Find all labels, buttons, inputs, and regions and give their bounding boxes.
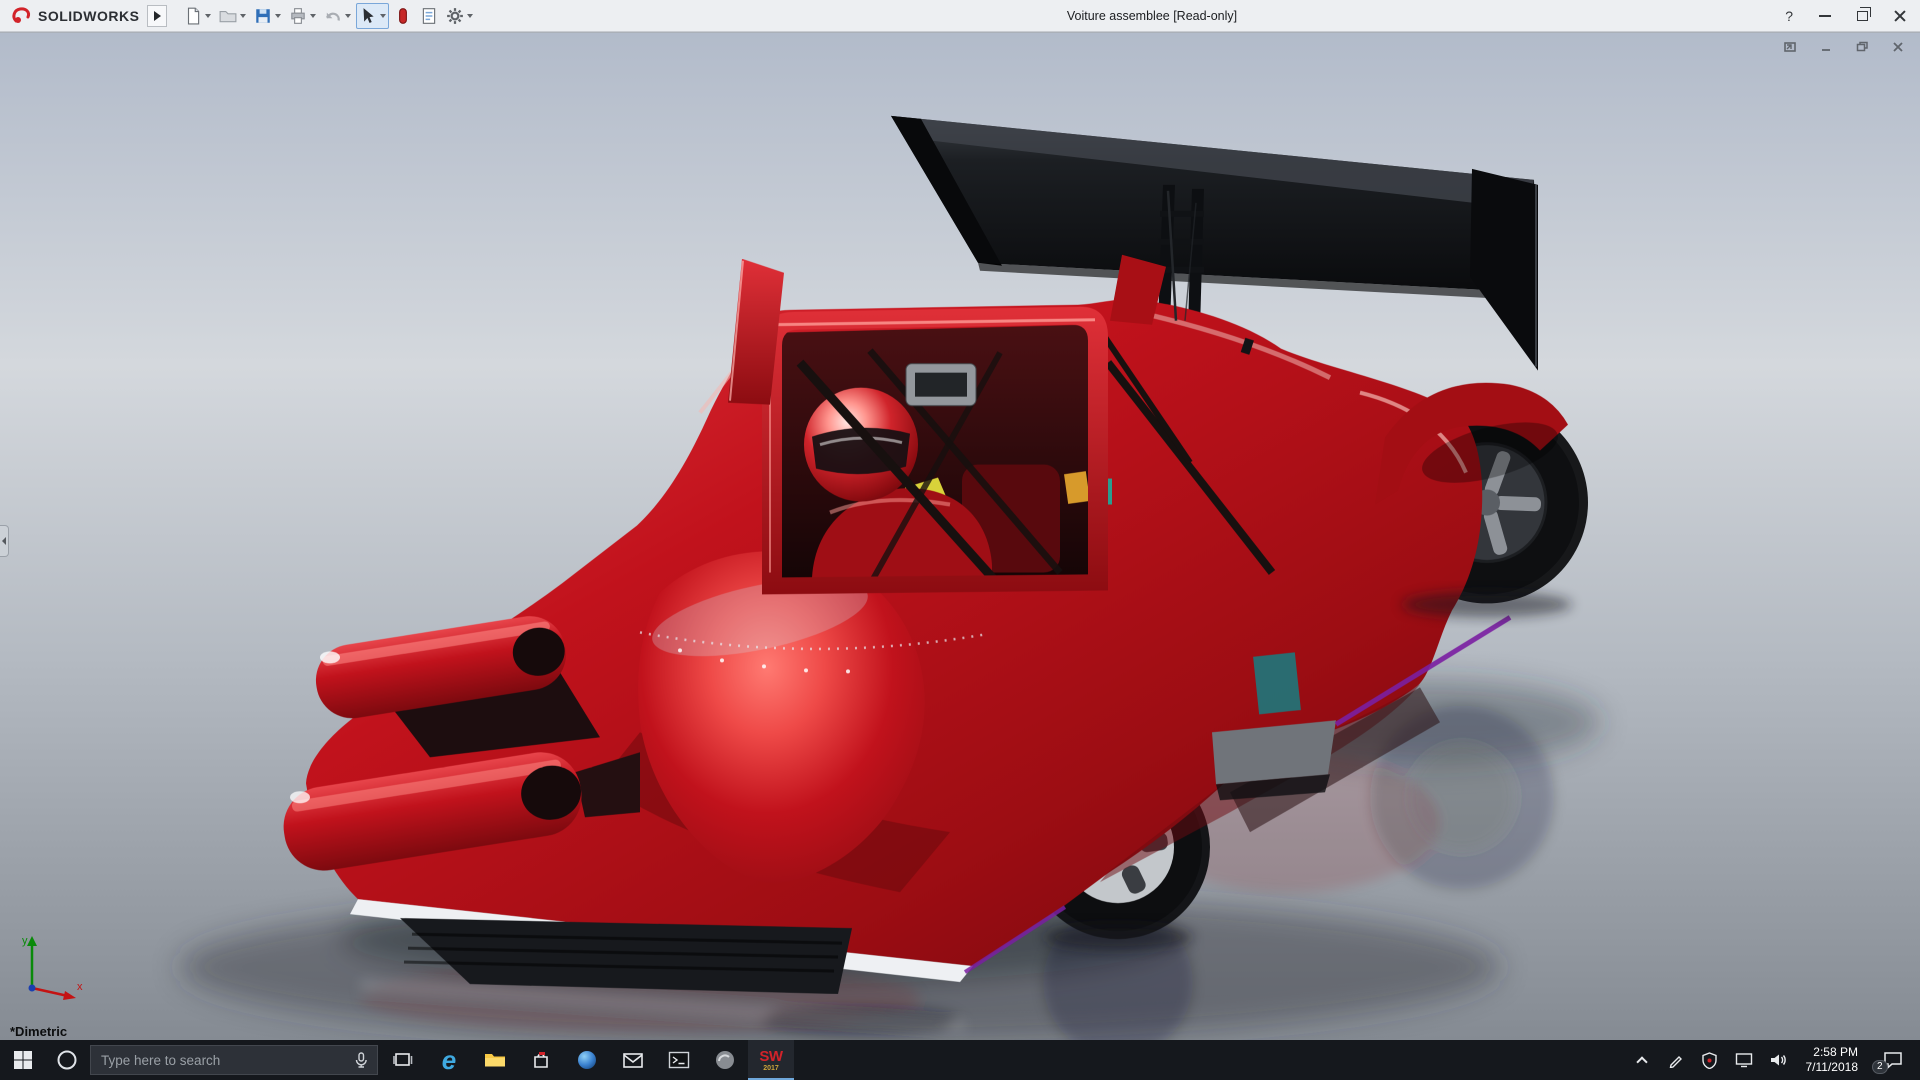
store-button[interactable]	[518, 1040, 564, 1080]
window-controls: ?	[1785, 6, 1920, 23]
panel-expand-arrow-icon	[2, 537, 6, 545]
dropdown-caret-icon	[275, 13, 282, 18]
expand-arrow-icon	[153, 10, 161, 21]
system-tray: 2:58 PM 7/11/2018 2	[1632, 1040, 1920, 1080]
cortana-circle-icon	[57, 1050, 77, 1070]
print-button[interactable]	[286, 3, 319, 29]
windows-logo-icon	[14, 1051, 32, 1069]
dropdown-caret-icon	[345, 13, 352, 18]
triad-x-label: x	[77, 981, 83, 993]
cortana-button[interactable]	[46, 1040, 88, 1080]
task-view-icon	[393, 1053, 413, 1066]
solidworks-window: SOLIDWORKS Voiture assemblee [Read-only]…	[0, 0, 1920, 1080]
tray-chevron-up[interactable]	[1632, 1046, 1652, 1074]
doc-float-button[interactable]	[1780, 39, 1800, 55]
microphone-icon[interactable]	[353, 1051, 369, 1069]
graphics-viewport[interactable]: y x *Dimetric	[0, 32, 1920, 1040]
search-input[interactable]	[99, 1051, 353, 1069]
maximize-button[interactable]	[1857, 6, 1871, 21]
undo-button[interactable]	[321, 3, 354, 29]
dropdown-caret-icon	[467, 13, 474, 18]
dropdown-caret-icon	[240, 13, 247, 18]
file-properties-icon	[423, 7, 436, 24]
open-button[interactable]	[216, 3, 249, 29]
folder-icon	[485, 1054, 505, 1067]
new-document-icon	[188, 7, 200, 24]
doc-minimize-button[interactable]	[1816, 39, 1836, 55]
minimize-button[interactable]	[1819, 14, 1831, 17]
clock-time: 2:58 PM	[1813, 1045, 1858, 1059]
taskbar-search[interactable]	[90, 1045, 378, 1075]
select-tool-button[interactable]	[356, 2, 390, 29]
options-button[interactable]	[443, 3, 476, 29]
feature-panel-collapsed-tab[interactable]	[0, 525, 9, 557]
tray-pen[interactable]	[1666, 1046, 1686, 1074]
mail-button[interactable]	[610, 1040, 656, 1080]
file-properties-button[interactable]	[417, 3, 441, 29]
windows-taskbar: e	[0, 1040, 1920, 1080]
mirror-box	[905, 363, 977, 407]
task-view-button[interactable]	[380, 1040, 426, 1080]
store-bag-icon	[534, 1052, 548, 1068]
menu-expand-button[interactable]	[147, 4, 168, 27]
start-button[interactable]	[0, 1040, 46, 1080]
file-explorer-button[interactable]	[472, 1040, 518, 1080]
quick-toolbar	[181, 2, 476, 29]
new-document-button[interactable]	[181, 3, 214, 29]
tray-defender[interactable]	[1700, 1046, 1720, 1074]
open-folder-icon	[220, 10, 237, 22]
title-bar: SOLIDWORKS Voiture assemblee [Read-only]…	[0, 0, 1920, 32]
display-icon	[1735, 1053, 1752, 1068]
blue-sphere-icon	[578, 1051, 596, 1069]
doc-close-button[interactable]	[1888, 39, 1908, 55]
dropdown-caret-icon	[205, 13, 212, 18]
shield-icon	[1702, 1051, 1717, 1069]
triad-y-label: y	[22, 935, 28, 947]
doc-restore-button[interactable]	[1852, 39, 1872, 55]
rebuild-icon	[399, 7, 408, 24]
help-button[interactable]: ?	[1785, 9, 1793, 23]
mail-envelope-icon	[623, 1052, 643, 1068]
solidworks-taskbar-button[interactable]: SW 2017	[748, 1040, 794, 1080]
dropdown-caret-icon	[380, 13, 387, 18]
dassault-logo-icon	[12, 6, 30, 23]
clock-date: 7/11/2018	[1805, 1060, 1859, 1074]
document-window-controls	[1780, 39, 1908, 55]
edge-button[interactable]: e	[426, 1040, 472, 1080]
gray-circle-app-button[interactable]	[702, 1040, 748, 1080]
pen-icon	[1669, 1056, 1682, 1068]
logo-text: SOLIDWORKS	[38, 7, 140, 24]
gray-circle-app-icon	[716, 1051, 734, 1069]
terminal-icon	[668, 1051, 690, 1069]
volume-icon	[1770, 1054, 1786, 1066]
chevron-up-icon	[1635, 1055, 1648, 1068]
tray-display[interactable]	[1734, 1046, 1754, 1074]
taskbar-clock[interactable]: 2:58 PM 7/11/2018	[1802, 1045, 1863, 1075]
edge-icon: e	[441, 1045, 457, 1075]
view-orientation-label: *Dimetric	[10, 1024, 68, 1039]
notification-badge: 2	[1872, 1060, 1888, 1074]
solidworks-logo: SOLIDWORKS	[0, 5, 147, 27]
terminal-button[interactable]	[656, 1040, 702, 1080]
action-center-button[interactable]: 2	[1872, 1040, 1910, 1080]
viewport-3d-canvas	[0, 33, 1920, 1040]
dropdown-caret-icon	[310, 13, 317, 18]
save-button[interactable]	[251, 3, 284, 29]
options-gear-icon	[447, 7, 464, 24]
solidworks-app-icon: SW 2017	[759, 1047, 783, 1072]
save-icon	[256, 8, 271, 23]
window-title: Voiture assemblee [Read-only]	[1066, 9, 1238, 23]
print-icon	[291, 7, 306, 24]
rebuild-button[interactable]	[391, 3, 415, 29]
orientation-triad: y x	[22, 935, 83, 1000]
close-button[interactable]	[1894, 10, 1906, 22]
undo-icon	[326, 12, 341, 21]
taskbar-left: e	[0, 1040, 794, 1080]
tray-volume[interactable]	[1768, 1046, 1788, 1074]
browser-sphere-button[interactable]	[564, 1040, 610, 1080]
select-cursor-icon	[363, 7, 375, 23]
